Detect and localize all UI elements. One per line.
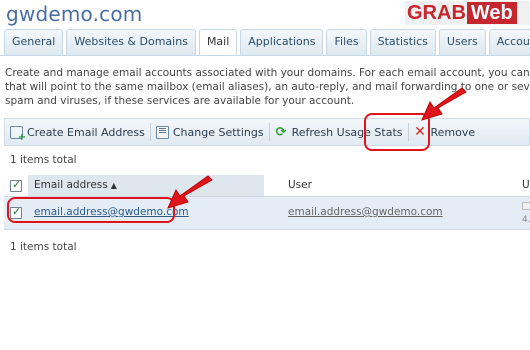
email-callout-outline [7, 197, 175, 223]
remove-label: Remove [430, 125, 476, 139]
tab-mail[interactable]: Mail [198, 29, 238, 56]
column-email-header[interactable]: Email address ▲ [34, 175, 117, 196]
create-email-label: Create Email Address [27, 125, 145, 139]
user-value: email.address@gwdemo.com [288, 206, 443, 218]
select-all-checkbox[interactable] [10, 178, 22, 192]
tab-statistics[interactable]: Statistics [369, 29, 436, 55]
column-user-header[interactable]: User [288, 175, 312, 196]
page-title: gwdemo.com [6, 2, 143, 26]
red-arrow-icon [167, 175, 213, 209]
items-total-bottom: 1 items total [10, 241, 77, 253]
red-arrow-icon [421, 87, 467, 121]
tab-divider [0, 55, 530, 56]
settings-icon [155, 124, 169, 139]
tab-websites-domains[interactable]: Websites & Domains [66, 29, 196, 55]
add-mail-icon [10, 125, 26, 143]
usage-value: 4. [522, 215, 530, 225]
tab-users[interactable]: Users [438, 29, 486, 55]
sort-ascending-icon: ▲ [110, 181, 117, 190]
main-tabs: General Websites & Domains Mail Applicat… [4, 29, 530, 56]
items-total-top: 1 items total [10, 154, 77, 166]
tab-general[interactable]: General [4, 29, 64, 55]
tab-account[interactable]: Account [488, 29, 530, 55]
refresh-icon: ⟳ [275, 124, 287, 140]
description-line-1: Create and manage email accounts associa… [5, 67, 530, 79]
column-usage-header[interactable]: Us [522, 175, 530, 196]
change-settings-button[interactable]: Change Settings [151, 121, 269, 143]
grid-header: Email address▲ User Us [4, 175, 530, 197]
grabweb-logo: GRAB Web [405, 1, 530, 25]
tab-files[interactable]: Files [326, 29, 367, 55]
create-email-button[interactable]: Create Email Address [5, 121, 150, 143]
change-settings-label: Change Settings [172, 125, 264, 139]
usage-bar [522, 202, 530, 210]
tab-applications[interactable]: Applications [240, 29, 324, 55]
